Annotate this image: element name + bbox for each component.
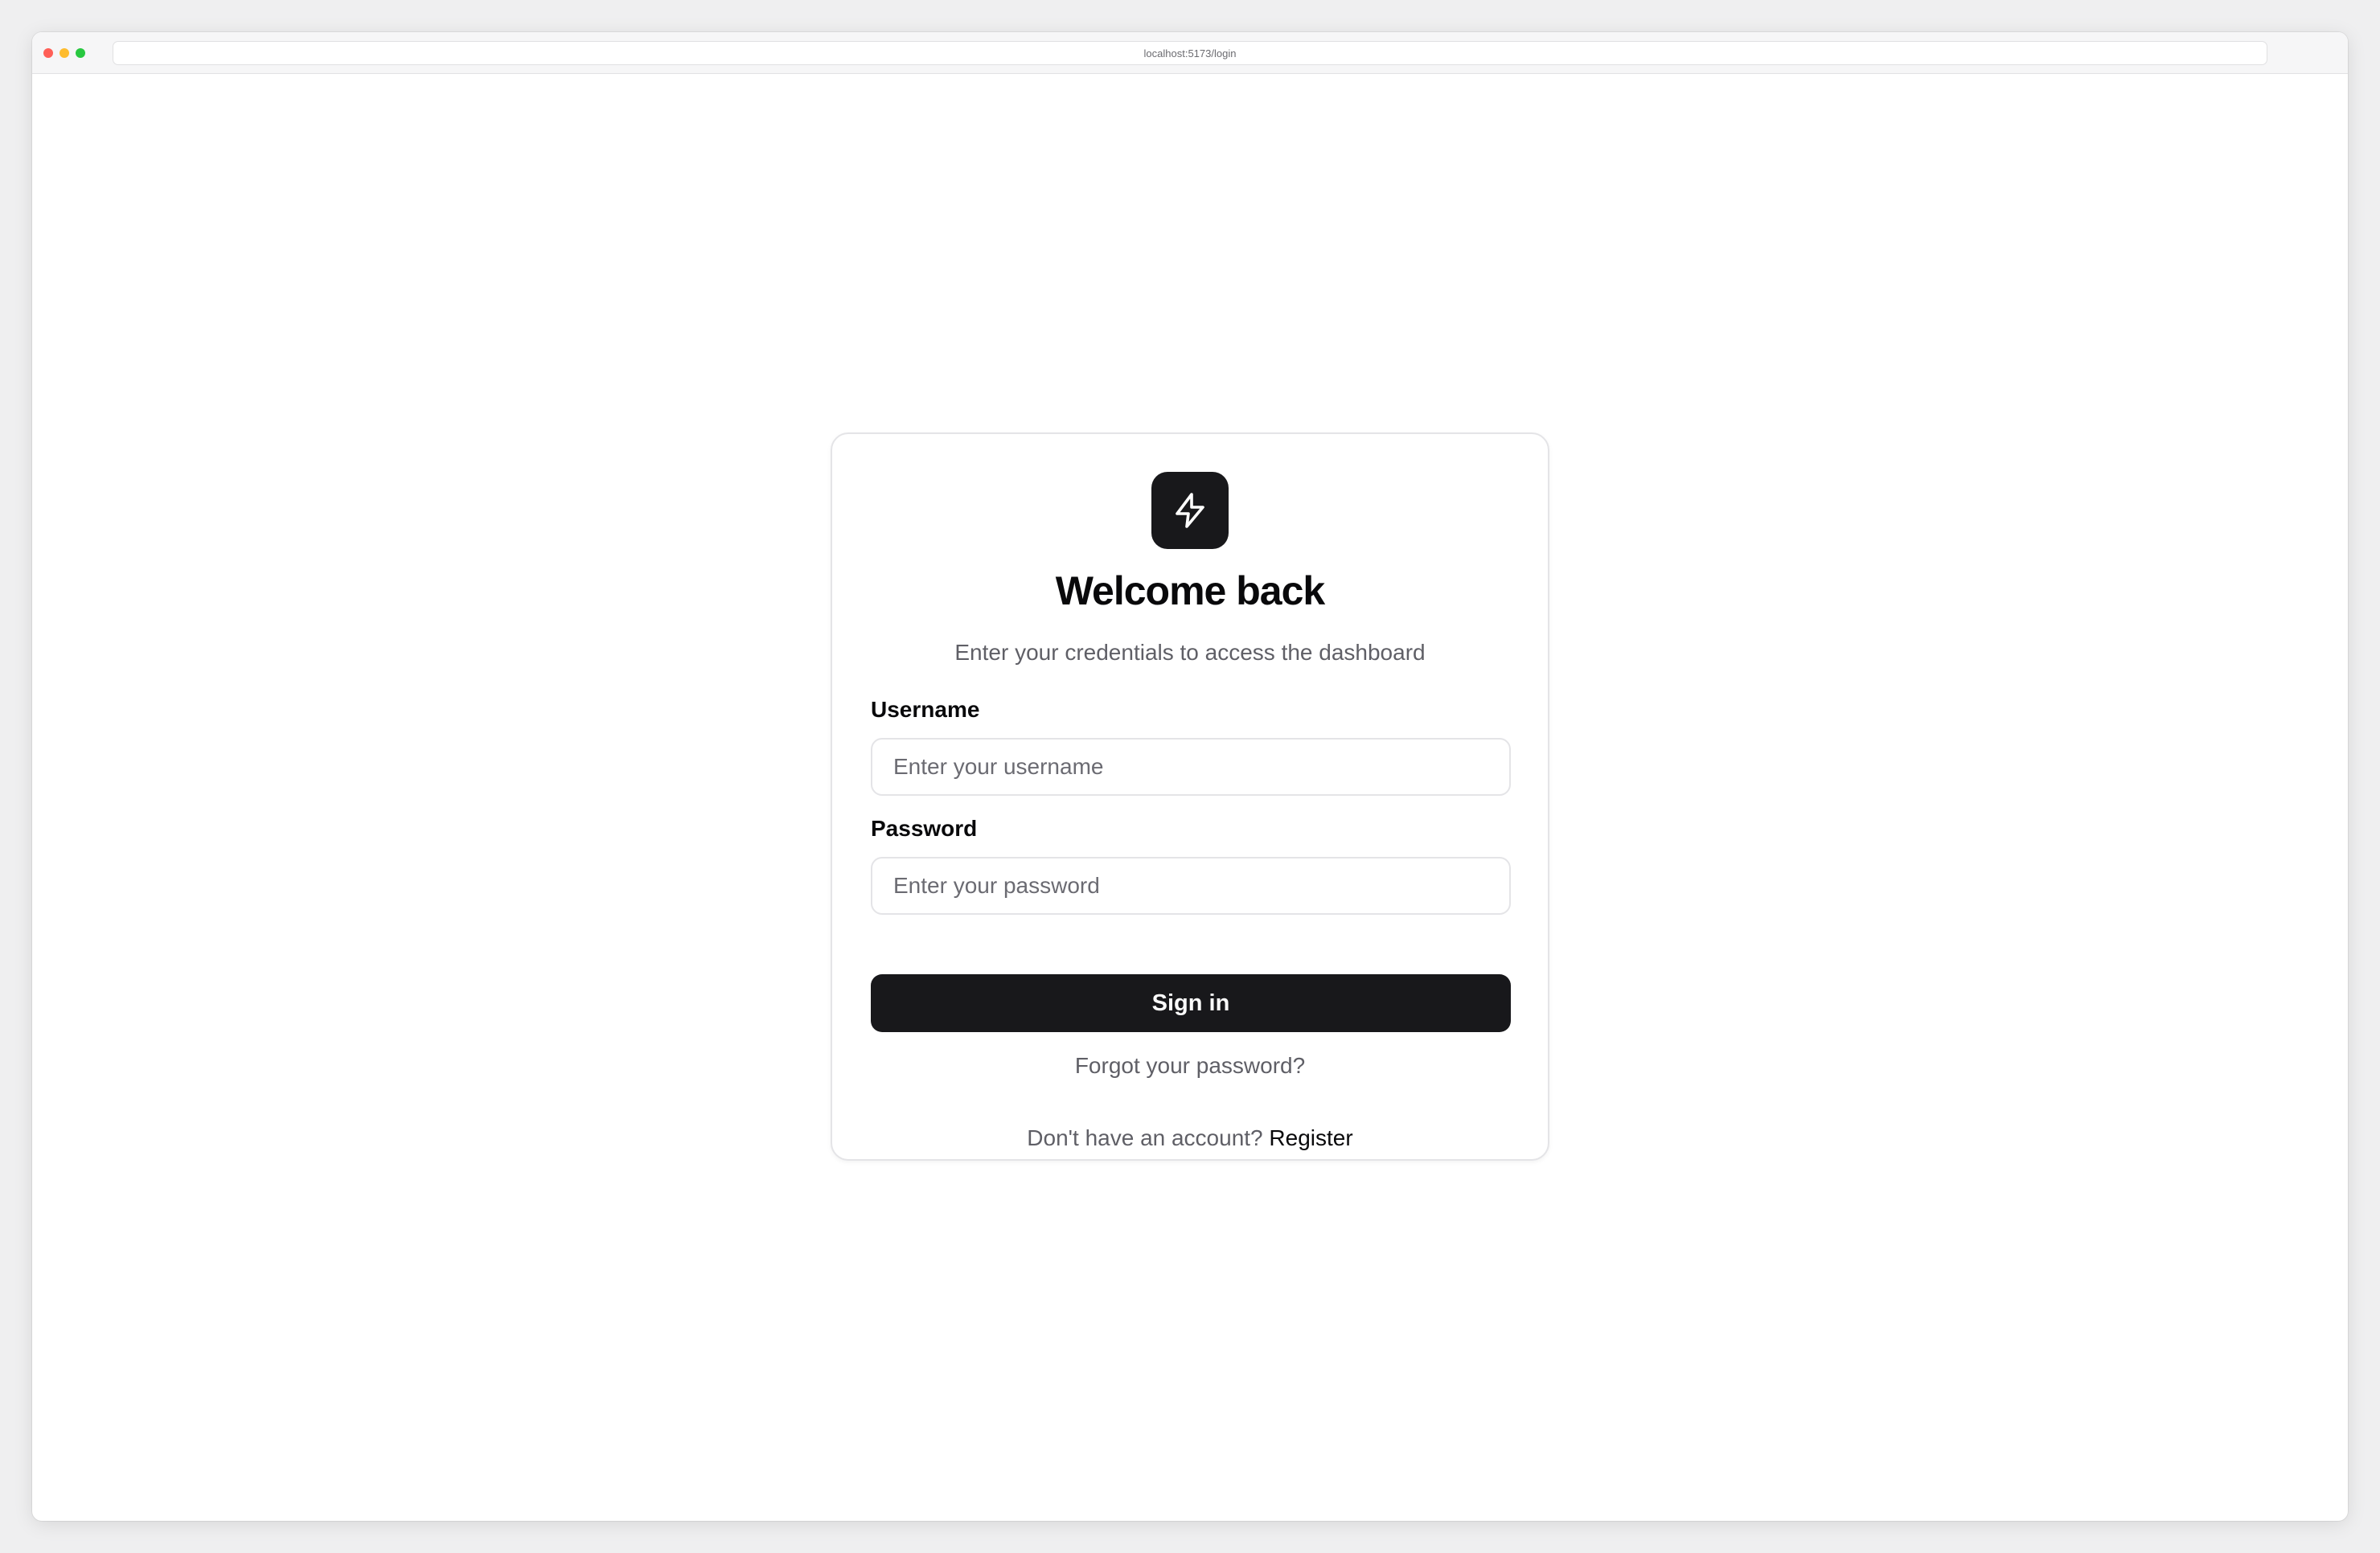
- browser-titlebar: localhost:5173/login: [32, 32, 2348, 74]
- window-close-button[interactable]: [43, 48, 53, 58]
- password-input[interactable]: [871, 857, 1511, 915]
- window-minimize-button[interactable]: [60, 48, 69, 58]
- username-label: Username: [871, 697, 980, 722]
- login-card: Welcome back Enter your credentials to a…: [831, 432, 1549, 1161]
- sign-in-button[interactable]: Sign in: [871, 974, 1511, 1032]
- page-subtitle: Enter your credentials to access the das…: [954, 640, 1426, 665]
- register-link[interactable]: Register: [1269, 1125, 1352, 1150]
- address-bar[interactable]: localhost:5173/login: [113, 41, 2267, 65]
- window-maximize-button[interactable]: [76, 48, 85, 58]
- browser-window: localhost:5173/login Welcome back Enter …: [32, 32, 2348, 1521]
- register-prompt: Don't have an account? Register: [832, 1122, 1548, 1154]
- lightning-bolt-icon: [1151, 472, 1229, 549]
- forgot-password-link[interactable]: Forgot your password?: [832, 1050, 1548, 1082]
- page-title: Welcome back: [1055, 568, 1325, 613]
- username-input[interactable]: [871, 738, 1511, 796]
- password-label: Password: [871, 816, 978, 841]
- no-account-text: Don't have an account?: [1027, 1125, 1263, 1150]
